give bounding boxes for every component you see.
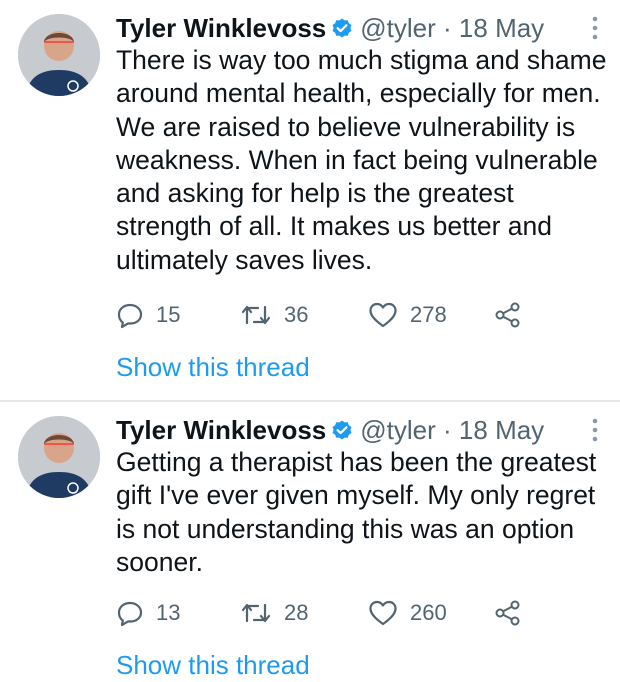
tweet-text: Getting a therapist has been the greates… <box>116 447 597 577</box>
like-icon <box>368 301 398 329</box>
author-name[interactable]: Tyler Winklevoss <box>116 415 326 445</box>
author-handle[interactable]: @tyler <box>360 415 436 445</box>
share-button[interactable] <box>494 300 522 330</box>
separator: · <box>443 415 452 445</box>
tweet[interactable]: Tyler Winklevoss @tyler · 18 May Getting … <box>0 402 620 657</box>
tweet-date[interactable]: 18 May <box>459 13 544 43</box>
reply-count: 15 <box>156 302 181 327</box>
share-button[interactable] <box>494 598 522 628</box>
tweet-header: Tyler Winklevoss @tyler · 18 May <box>116 10 544 46</box>
like-icon <box>368 599 398 627</box>
separator: · <box>443 13 452 43</box>
retweet-count: 28 <box>284 600 309 625</box>
like-button[interactable]: 260 <box>368 598 447 628</box>
reply-icon <box>116 599 144 627</box>
retweet-count: 36 <box>284 302 309 327</box>
author-name[interactable]: Tyler Winklevoss <box>116 13 326 43</box>
avatar[interactable] <box>18 416 100 498</box>
retweet-icon <box>240 599 272 627</box>
more-icon[interactable] <box>590 14 600 44</box>
retweet-icon <box>240 301 272 329</box>
more-icon[interactable] <box>590 416 600 446</box>
tweet-date[interactable]: 18 May <box>459 415 544 445</box>
retweet-button[interactable]: 36 <box>240 300 308 330</box>
avatar[interactable] <box>18 14 100 96</box>
reply-button[interactable]: 15 <box>116 300 180 330</box>
tweet-text: There is way too much stigma and shame a… <box>116 45 607 275</box>
reply-icon <box>116 301 144 329</box>
tweet[interactable]: Tyler Winklevoss @tyler · 18 May There is… <box>0 0 620 401</box>
share-icon <box>494 599 522 627</box>
like-count: 260 <box>410 600 447 625</box>
author-handle[interactable]: @tyler <box>360 13 436 43</box>
reply-count: 13 <box>156 600 181 625</box>
like-button[interactable]: 278 <box>368 300 447 330</box>
retweet-button[interactable]: 28 <box>240 598 308 628</box>
show-thread-link[interactable]: Show this thread <box>116 648 310 682</box>
reply-button[interactable]: 13 <box>116 598 180 628</box>
show-thread-link[interactable]: Show this thread <box>116 350 310 384</box>
tweet-header: Tyler Winklevoss @tyler · 18 May <box>116 412 544 448</box>
share-icon <box>494 301 522 329</box>
like-count: 278 <box>410 302 447 327</box>
